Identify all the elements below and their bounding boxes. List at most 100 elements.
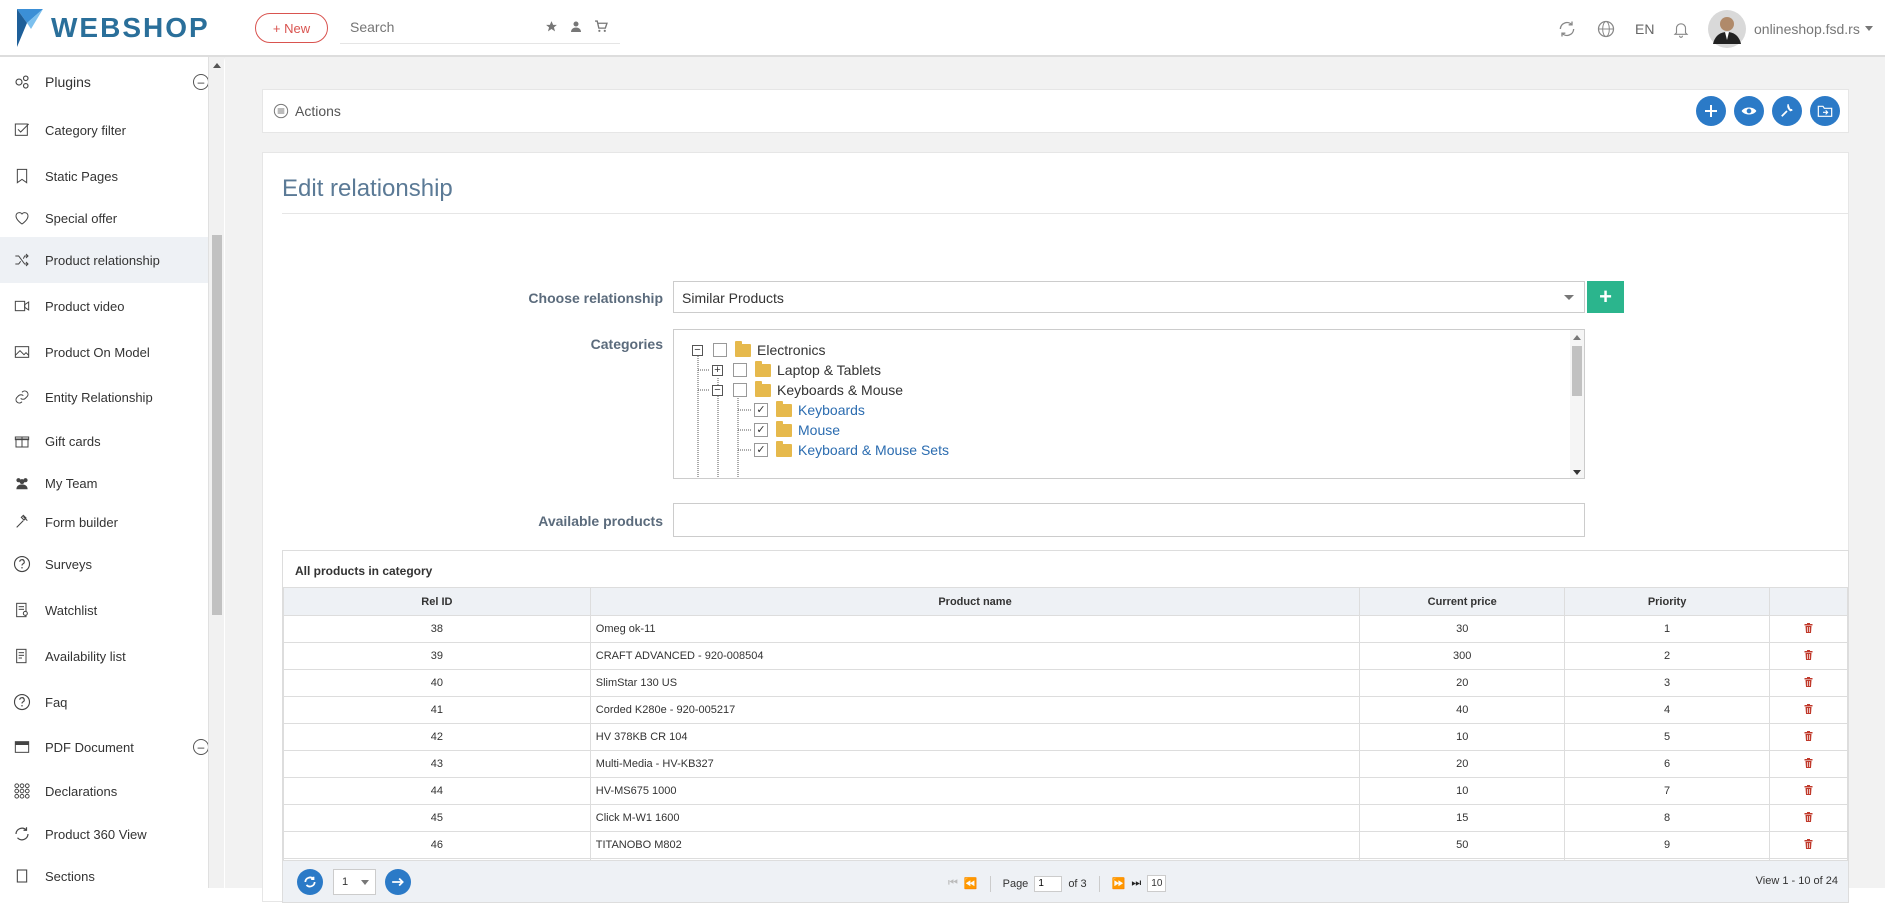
sidebar-item-entity-relationship[interactable]: Entity Relationship xyxy=(0,375,223,419)
trash-icon[interactable] xyxy=(1804,838,1813,849)
scrollbar-thumb[interactable] xyxy=(1572,346,1582,396)
cell-current-price[interactable]: 15 xyxy=(1359,804,1566,832)
available-products-input[interactable] xyxy=(673,503,1585,537)
table-row[interactable]: 44 HV-MS675 1000 10 7 xyxy=(283,777,1848,805)
cell-priority[interactable]: 7 xyxy=(1564,777,1771,805)
settings-button[interactable] xyxy=(1772,96,1802,126)
table-row[interactable]: 46 TITANOBO M802 50 9 xyxy=(283,831,1848,859)
sidebar-item-product-on-model[interactable]: Product On Model xyxy=(0,329,223,375)
column-header[interactable]: Current price xyxy=(1359,587,1566,616)
scroll-up-icon[interactable] xyxy=(1573,335,1581,340)
tree-checkbox-checked[interactable]: ✓ xyxy=(754,403,768,417)
tree-checkbox[interactable] xyxy=(733,383,747,397)
cell-priority[interactable]: 5 xyxy=(1564,723,1771,751)
sidebar-item-product-360-view[interactable]: Product 360 View xyxy=(0,813,223,855)
cell-priority[interactable]: 8 xyxy=(1564,804,1771,832)
globe-icon[interactable] xyxy=(1596,0,1616,57)
prev-page-icon[interactable]: ⏪ xyxy=(964,877,978,890)
sidebar-item-watchlist[interactable]: Watchlist xyxy=(0,587,223,633)
cell-priority[interactable]: 3 xyxy=(1564,669,1771,697)
rows-per-page[interactable]: 10 xyxy=(1147,875,1167,892)
cell-priority[interactable]: 4 xyxy=(1564,696,1771,724)
sidebar-item-product-relationship[interactable]: Product relationship xyxy=(0,237,223,283)
expand-node-icon[interactable]: + xyxy=(712,364,723,376)
language-switch[interactable]: EN xyxy=(1635,0,1654,57)
sidebar-item-pdf-document[interactable]: PDF Document – xyxy=(0,725,223,769)
last-page-icon[interactable]: ⏭ xyxy=(1131,877,1141,890)
preview-button[interactable] xyxy=(1734,96,1764,126)
add-relationship-button[interactable]: + xyxy=(1587,281,1624,313)
sidebar-item-my-team[interactable]: My Team xyxy=(0,463,223,503)
trash-icon[interactable] xyxy=(1804,649,1813,660)
scroll-down-icon[interactable] xyxy=(1573,470,1581,475)
sidebar-scrollbar[interactable] xyxy=(208,57,224,888)
cell-current-price[interactable]: 30 xyxy=(1359,615,1566,643)
tree-scrollbar[interactable] xyxy=(1570,330,1584,478)
tree-checkbox-checked[interactable]: ✓ xyxy=(754,423,768,437)
cell-current-price[interactable]: 20 xyxy=(1359,669,1566,697)
cell-current-price[interactable]: 300 xyxy=(1359,642,1566,670)
logo[interactable]: WEBSHOP xyxy=(17,9,210,47)
table-row[interactable]: 42 HV 378KB CR 104 10 5 xyxy=(283,723,1848,751)
table-row[interactable]: 41 Corded K280e - 920-005217 40 4 xyxy=(283,696,1848,724)
table-row[interactable]: 38 Omeg ok-11 30 1 xyxy=(283,615,1848,643)
export-button[interactable] xyxy=(1810,96,1840,126)
sidebar-item-static-pages[interactable]: Static Pages xyxy=(0,153,223,199)
table-row[interactable]: 43 Multi-Media - HV-KB327 20 6 xyxy=(283,750,1848,778)
relationship-select[interactable]: Similar Products xyxy=(673,281,1585,313)
bell-icon[interactable] xyxy=(1672,0,1690,57)
sidebar-item-declarations[interactable]: Declarations xyxy=(0,769,223,813)
table-row[interactable]: 45 Click M-W1 1600 15 8 xyxy=(283,804,1848,832)
tree-node-keyboard-mouse-sets[interactable]: ✓ Keyboard & Mouse Sets xyxy=(754,438,949,462)
sidebar-item-gift-cards[interactable]: Gift cards xyxy=(0,419,223,463)
trash-icon[interactable] xyxy=(1804,811,1813,822)
cell-current-price[interactable]: 20 xyxy=(1359,750,1566,778)
sidebar-item-plugins[interactable]: Plugins – xyxy=(0,57,223,107)
sidebar-item-special-offer[interactable]: Special offer xyxy=(0,199,223,237)
column-header[interactable]: Priority xyxy=(1564,587,1771,616)
scroll-up-icon[interactable] xyxy=(213,63,221,68)
actions-menu[interactable]: Actions xyxy=(273,103,341,119)
sidebar-item-category-filter[interactable]: Category filter xyxy=(0,107,223,153)
cell-priority[interactable]: 2 xyxy=(1564,642,1771,670)
sidebar-item-form-builder[interactable]: Form builder xyxy=(0,503,223,541)
table-row[interactable]: 40 SlimStar 130 US 20 3 xyxy=(283,669,1848,697)
collapse-node-icon[interactable]: − xyxy=(712,384,723,396)
cell-current-price[interactable]: 10 xyxy=(1359,777,1566,805)
star-icon[interactable] xyxy=(545,20,558,33)
trash-icon[interactable] xyxy=(1804,757,1813,768)
go-button[interactable] xyxy=(385,869,411,895)
next-page-icon[interactable]: ⏩ xyxy=(1112,877,1126,890)
trash-icon[interactable] xyxy=(1804,622,1813,633)
trash-icon[interactable] xyxy=(1804,784,1813,795)
search-input[interactable] xyxy=(340,12,530,42)
collapse-node-icon[interactable]: − xyxy=(692,344,703,356)
tree-checkbox-checked[interactable]: ✓ xyxy=(754,443,768,457)
cell-priority[interactable]: 9 xyxy=(1564,831,1771,859)
add-button[interactable] xyxy=(1696,96,1726,126)
first-page-icon[interactable]: ⏮ xyxy=(948,877,958,890)
sidebar-item-surveys[interactable]: Surveys xyxy=(0,541,223,587)
trash-icon[interactable] xyxy=(1804,703,1813,714)
trash-icon[interactable] xyxy=(1804,730,1813,741)
cell-current-price[interactable]: 40 xyxy=(1359,696,1566,724)
collapse-icon[interactable]: – xyxy=(193,74,209,90)
reload-button[interactable] xyxy=(297,869,323,895)
cell-current-price[interactable]: 50 xyxy=(1359,831,1566,859)
sidebar-item-faq[interactable]: Faq xyxy=(0,679,223,725)
sidebar-item-product-video[interactable]: Product video xyxy=(0,283,223,329)
cell-priority[interactable]: 6 xyxy=(1564,750,1771,778)
new-button[interactable]: + New xyxy=(255,13,328,43)
sidebar-item-availability-list[interactable]: Availability list xyxy=(0,633,223,679)
trash-icon[interactable] xyxy=(1804,676,1813,687)
page-size-select[interactable]: 1 xyxy=(333,869,376,895)
cell-priority[interactable]: 1 xyxy=(1564,615,1771,643)
column-header[interactable]: Product name xyxy=(589,587,1361,616)
collapse-icon[interactable]: – xyxy=(193,739,209,755)
tree-checkbox[interactable] xyxy=(713,343,727,357)
cell-current-price[interactable]: 10 xyxy=(1359,723,1566,751)
refresh-icon[interactable] xyxy=(1557,0,1577,57)
table-row[interactable]: 39 CRAFT ADVANCED - 920-008504 300 2 xyxy=(283,642,1848,670)
avatar[interactable] xyxy=(1708,0,1746,57)
scrollbar-thumb[interactable] xyxy=(212,235,222,615)
